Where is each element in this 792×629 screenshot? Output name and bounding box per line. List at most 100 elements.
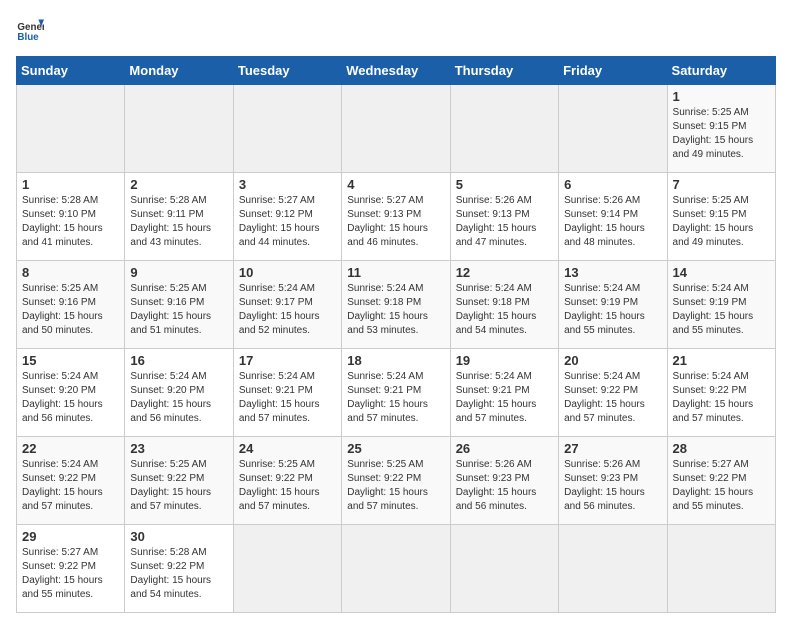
day-detail: Sunrise: 5:25 AMSunset: 9:22 PMDaylight:… (130, 458, 227, 514)
day-number: 6 (564, 177, 661, 192)
day-number: 11 (347, 265, 444, 280)
day-number: 17 (239, 353, 336, 368)
day-detail: Sunrise: 5:27 AMSunset: 9:22 PMDaylight:… (673, 458, 770, 514)
calendar-cell (233, 85, 341, 173)
day-number: 10 (239, 265, 336, 280)
calendar-cell: 5Sunrise: 5:26 AMSunset: 9:13 PMDaylight… (450, 173, 558, 261)
day-number: 27 (564, 441, 661, 456)
page-header: General Blue (16, 16, 776, 44)
day-number: 8 (22, 265, 119, 280)
day-number: 9 (130, 265, 227, 280)
day-detail: Sunrise: 5:24 AMSunset: 9:20 PMDaylight:… (130, 370, 227, 426)
week-row-3: 8 Sunrise: 5:25 AMSunset: 9:16 PMDaylight… (17, 261, 776, 349)
day-detail: Sunrise: 5:24 AMSunset: 9:21 PMDaylight:… (456, 370, 553, 426)
calendar-cell: 13Sunrise: 5:24 AMSunset: 9:19 PMDayligh… (559, 261, 667, 349)
day-number: 29 (22, 529, 119, 544)
day-detail: Sunrise: 5:25 AMSunset: 9:15 PMDaylight:… (673, 106, 770, 162)
day-number: 25 (347, 441, 444, 456)
day-detail: Sunrise: 5:24 AMSunset: 9:21 PMDaylight:… (239, 370, 336, 426)
day-number: 15 (22, 353, 119, 368)
calendar-header: SundayMondayTuesdayWednesdayThursdayFrid… (17, 57, 776, 85)
day-number: 23 (130, 441, 227, 456)
calendar-cell (559, 85, 667, 173)
day-detail: Sunrise: 5:25 AMSunset: 9:16 PMDaylight:… (22, 282, 119, 338)
week-row-5: 22 Sunrise: 5:24 AMSunset: 9:22 PMDayligh… (17, 437, 776, 525)
day-detail: Sunrise: 5:27 AMSunset: 9:22 PMDaylight:… (22, 546, 119, 602)
calendar-table: SundayMondayTuesdayWednesdayThursdayFrid… (16, 56, 776, 613)
calendar-cell: 2Sunrise: 5:28 AMSunset: 9:11 PMDaylight… (125, 173, 233, 261)
day-number: 5 (456, 177, 553, 192)
calendar-cell (667, 525, 775, 613)
day-detail: Sunrise: 5:28 AMSunset: 9:22 PMDaylight:… (130, 546, 227, 602)
calendar-cell: 15 Sunrise: 5:24 AMSunset: 9:20 PMDayligh… (17, 349, 125, 437)
day-number: 24 (239, 441, 336, 456)
calendar-cell: 23 Sunrise: 5:25 AMSunset: 9:22 PMDayligh… (125, 437, 233, 525)
day-number: 1 (673, 89, 770, 104)
calendar-cell: 30Sunrise: 5:28 AMSunset: 9:22 PMDayligh… (125, 525, 233, 613)
calendar-cell: 8 Sunrise: 5:25 AMSunset: 9:16 PMDaylight… (17, 261, 125, 349)
day-number: 19 (456, 353, 553, 368)
calendar-cell: 20Sunrise: 5:24 AMSunset: 9:22 PMDayligh… (559, 349, 667, 437)
day-detail: Sunrise: 5:24 AMSunset: 9:22 PMDaylight:… (564, 370, 661, 426)
header-wednesday: Wednesday (342, 57, 450, 85)
week-row-2: 1 Sunrise: 5:28 AMSunset: 9:10 PMDaylight… (17, 173, 776, 261)
calendar-cell: 1 Sunrise: 5:25 AMSunset: 9:15 PMDaylight… (667, 85, 775, 173)
calendar-cell: 12 Sunrise: 5:24 AMSunset: 9:18 PMDayligh… (450, 261, 558, 349)
header-saturday: Saturday (667, 57, 775, 85)
calendar-cell: 7 Sunrise: 5:25 AMSunset: 9:15 PMDaylight… (667, 173, 775, 261)
calendar-cell: 27 Sunrise: 5:26 AMSunset: 9:23 PMDayligh… (559, 437, 667, 525)
calendar-cell (342, 525, 450, 613)
calendar-cell: 9 Sunrise: 5:25 AMSunset: 9:16 PMDaylight… (125, 261, 233, 349)
day-detail: Sunrise: 5:24 AMSunset: 9:22 PMDaylight:… (22, 458, 119, 514)
day-detail: Sunrise: 5:28 AMSunset: 9:11 PMDaylight:… (130, 194, 227, 250)
day-detail: Sunrise: 5:25 AMSunset: 9:22 PMDaylight:… (239, 458, 336, 514)
logo: General Blue (16, 16, 48, 44)
day-number: 22 (22, 441, 119, 456)
day-detail: Sunrise: 5:24 AMSunset: 9:18 PMDaylight:… (456, 282, 553, 338)
day-detail: Sunrise: 5:24 AMSunset: 9:18 PMDaylight:… (347, 282, 444, 338)
header-row: SundayMondayTuesdayWednesdayThursdayFrid… (17, 57, 776, 85)
header-monday: Monday (125, 57, 233, 85)
day-number: 28 (673, 441, 770, 456)
calendar-cell: 25 Sunrise: 5:25 AMSunset: 9:22 PMDayligh… (342, 437, 450, 525)
day-number: 12 (456, 265, 553, 280)
calendar-cell: 21Sunrise: 5:24 AMSunset: 9:22 PMDayligh… (667, 349, 775, 437)
calendar-cell (559, 525, 667, 613)
week-row-4: 15 Sunrise: 5:24 AMSunset: 9:20 PMDayligh… (17, 349, 776, 437)
header-thursday: Thursday (450, 57, 558, 85)
header-sunday: Sunday (17, 57, 125, 85)
calendar-cell: 17 Sunrise: 5:24 AMSunset: 9:21 PMDayligh… (233, 349, 341, 437)
week-row-1: 1 Sunrise: 5:25 AMSunset: 9:15 PMDaylight… (17, 85, 776, 173)
day-number: 7 (673, 177, 770, 192)
day-number: 14 (673, 265, 770, 280)
calendar-cell: 3 Sunrise: 5:27 AMSunset: 9:12 PMDaylight… (233, 173, 341, 261)
day-detail: Sunrise: 5:26 AMSunset: 9:23 PMDaylight:… (564, 458, 661, 514)
calendar-cell (342, 85, 450, 173)
day-detail: Sunrise: 5:25 AMSunset: 9:15 PMDaylight:… (673, 194, 770, 250)
day-detail: Sunrise: 5:27 AMSunset: 9:13 PMDaylight:… (347, 194, 444, 250)
calendar-cell: 1 Sunrise: 5:28 AMSunset: 9:10 PMDaylight… (17, 173, 125, 261)
calendar-cell (450, 85, 558, 173)
calendar-cell: 18Sunrise: 5:24 AMSunset: 9:21 PMDayligh… (342, 349, 450, 437)
calendar-body: 1 Sunrise: 5:25 AMSunset: 9:15 PMDaylight… (17, 85, 776, 613)
calendar-cell: 22 Sunrise: 5:24 AMSunset: 9:22 PMDayligh… (17, 437, 125, 525)
day-detail: Sunrise: 5:25 AMSunset: 9:16 PMDaylight:… (130, 282, 227, 338)
day-number: 16 (130, 353, 227, 368)
calendar-cell: 14 Sunrise: 5:24 AMSunset: 9:19 PMDayligh… (667, 261, 775, 349)
day-detail: Sunrise: 5:26 AMSunset: 9:14 PMDaylight:… (564, 194, 661, 250)
day-detail: Sunrise: 5:25 AMSunset: 9:22 PMDaylight:… (347, 458, 444, 514)
calendar-cell (17, 85, 125, 173)
day-number: 21 (673, 353, 770, 368)
calendar-cell: 24 Sunrise: 5:25 AMSunset: 9:22 PMDayligh… (233, 437, 341, 525)
day-detail: Sunrise: 5:28 AMSunset: 9:10 PMDaylight:… (22, 194, 119, 250)
day-number: 18 (347, 353, 444, 368)
day-detail: Sunrise: 5:24 AMSunset: 9:19 PMDaylight:… (673, 282, 770, 338)
calendar-cell: 16 Sunrise: 5:24 AMSunset: 9:20 PMDayligh… (125, 349, 233, 437)
calendar-cell: 11 Sunrise: 5:24 AMSunset: 9:18 PMDayligh… (342, 261, 450, 349)
day-number: 1 (22, 177, 119, 192)
day-detail: Sunrise: 5:24 AMSunset: 9:20 PMDaylight:… (22, 370, 119, 426)
calendar-cell: 10Sunrise: 5:24 AMSunset: 9:17 PMDayligh… (233, 261, 341, 349)
day-detail: Sunrise: 5:27 AMSunset: 9:12 PMDaylight:… (239, 194, 336, 250)
week-row-6: 29 Sunrise: 5:27 AMSunset: 9:22 PMDayligh… (17, 525, 776, 613)
day-number: 3 (239, 177, 336, 192)
